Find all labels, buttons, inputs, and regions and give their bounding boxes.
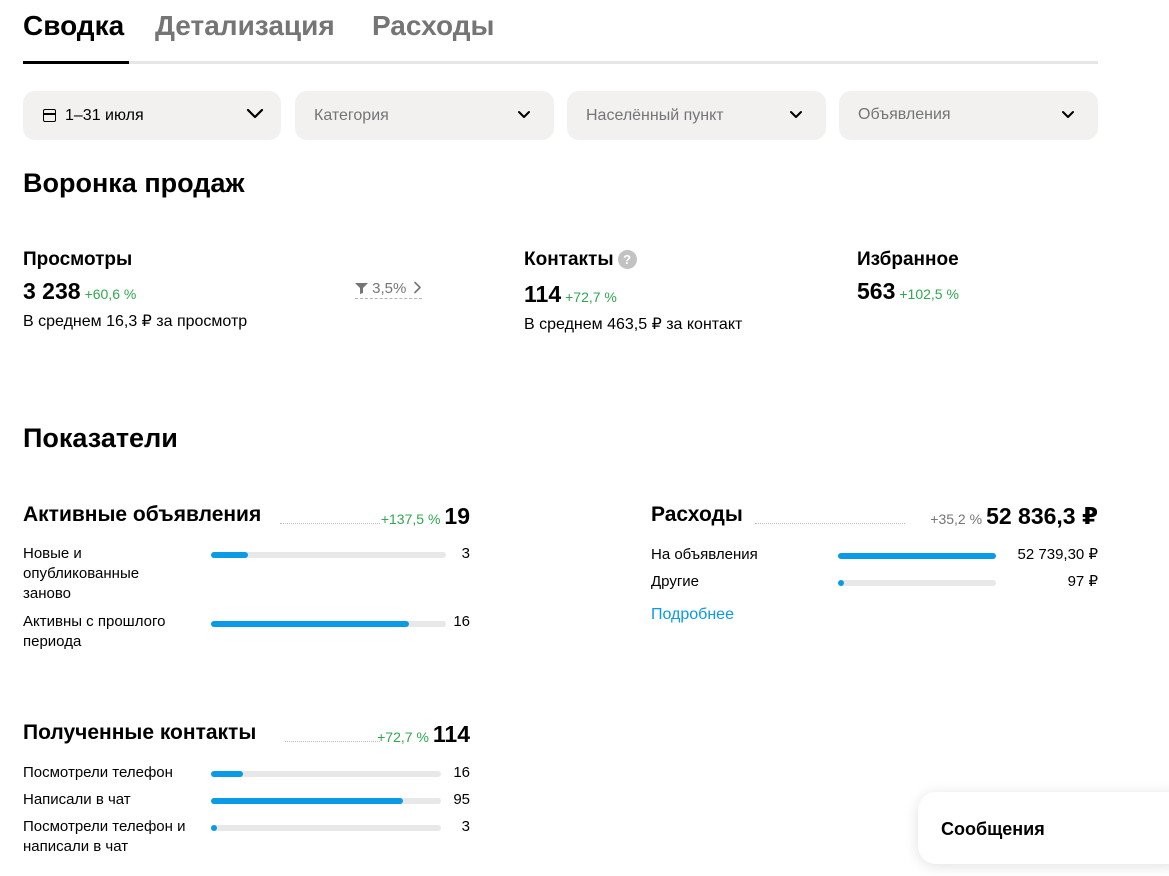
bar-fill — [838, 580, 844, 586]
contacts-received-title: Полученные контакты — [23, 721, 261, 745]
views-average: В среднем 16,3 ₽ за просмотр — [23, 313, 248, 330]
favorites-value: 563 — [857, 278, 896, 304]
active-ads-total: 19 — [444, 503, 470, 529]
contacts-row-label: Написали в чат — [23, 791, 131, 808]
views-title: Просмотры — [23, 249, 133, 270]
category-filter-label: Категория — [314, 107, 389, 124]
contacts-received-delta: +72,7 % — [377, 729, 429, 745]
funnel-heading: Воронка продаж — [23, 168, 245, 198]
conversion-link[interactable]: 3,5% — [355, 280, 422, 299]
expenses-row-value: 97 ₽ — [1067, 573, 1098, 590]
expenses-title: Расходы — [651, 503, 747, 527]
favorites-delta: +102,5 % — [899, 286, 959, 302]
tab-summary[interactable]: Сводка — [23, 10, 124, 42]
bar-fill — [211, 771, 244, 777]
help-icon[interactable]: ? — [617, 250, 637, 269]
views-delta: +60,6 % — [84, 286, 137, 302]
active-ads-row-label: Активны с прошлого периода — [23, 613, 166, 650]
contacts-bar — [211, 825, 441, 831]
expenses-row-label: Другие — [651, 573, 700, 590]
expenses-bar — [838, 553, 996, 559]
active-ads-bar — [211, 552, 446, 558]
chevron-right-icon — [413, 281, 421, 294]
bar-fill — [211, 798, 403, 804]
contacts-row-value: 3 — [461, 818, 470, 835]
expenses-total: 52 836,3 ₽ — [986, 503, 1098, 529]
expenses-row-label: На объявления — [651, 546, 758, 563]
active-ads-delta: +137,5 % — [380, 511, 441, 527]
messages-label: Сообщения — [941, 819, 1045, 839]
contacts-received-total: 114 — [432, 721, 470, 747]
active-ads-row-label: Новые и опубликованные заново — [23, 545, 140, 602]
active-tab-indicator — [23, 61, 129, 64]
ads-filter-label: Объявления — [858, 106, 951, 123]
expenses-row-value: 52 739,30 ₽ — [1017, 546, 1098, 563]
funnel-icon — [355, 283, 368, 294]
contacts-delta: +72,7 % — [565, 289, 617, 305]
expenses-delta: +35,2 % — [930, 511, 983, 527]
calendar-icon — [43, 109, 56, 122]
contacts-value: 114 — [524, 281, 562, 307]
category-filter[interactable]: Категория — [295, 91, 554, 140]
active-ads-row-value: 3 — [461, 545, 470, 562]
views-value: 3 238 — [23, 278, 81, 304]
tab-details[interactable]: Детализация — [155, 10, 335, 42]
city-filter-label: Населённый пункт — [586, 107, 724, 124]
contacts-row-value: 16 — [453, 764, 470, 781]
active-ads-bar — [211, 621, 446, 627]
indicators-heading: Показатели — [23, 423, 178, 453]
dotted-leader — [755, 523, 905, 524]
contacts-received-summary: +72,7 % 114 — [377, 721, 470, 748]
contacts-bar — [211, 798, 441, 804]
expenses-bar — [838, 580, 996, 586]
expenses-more-link[interactable]: Подробнее — [651, 606, 734, 624]
bar-fill — [211, 552, 249, 558]
dotted-leader — [280, 523, 380, 524]
period-filter[interactable]: 1–31 июля — [23, 91, 281, 140]
bar-fill — [211, 621, 409, 627]
chevron-down-icon — [246, 108, 264, 120]
tabs-bar: Сводка Детализация Расходы — [23, 0, 1098, 64]
city-filter[interactable]: Населённый пункт — [567, 91, 826, 140]
tab-expenses[interactable]: Расходы — [372, 10, 494, 42]
views-value-row: 3 238 +60,6 % — [23, 278, 136, 305]
favorites-value-row: 563 +102,5 % — [857, 278, 959, 305]
active-ads-row-value: 16 — [453, 613, 470, 630]
dotted-leader — [285, 741, 380, 742]
chevron-down-icon — [517, 110, 531, 120]
contacts-title: Контакты — [524, 249, 614, 270]
favorites-title: Избранное — [857, 249, 959, 270]
contacts-title-row: Контакты? — [524, 249, 637, 271]
chevron-down-icon — [1061, 110, 1075, 120]
contacts-value-row: 114 +72,7 % — [524, 281, 617, 308]
contacts-row-value: 95 — [453, 791, 470, 808]
bar-fill — [838, 553, 996, 559]
contacts-bar — [211, 771, 441, 777]
expenses-summary: +35,2 % 52 836,3 ₽ — [930, 503, 1098, 530]
contacts-average: В среднем 463,5 ₽ за контакт — [524, 316, 743, 333]
period-filter-label: 1–31 июля — [65, 107, 144, 124]
contacts-row-label: Посмотрели телефон — [23, 764, 173, 781]
messages-widget[interactable]: Сообщения — [918, 792, 1169, 864]
active-ads-summary: +137,5 % 19 — [381, 503, 470, 530]
ads-filter[interactable]: Объявления — [839, 91, 1098, 140]
contacts-row-label: Посмотрели телефон и написали в чат — [23, 818, 186, 855]
bar-fill — [211, 825, 217, 831]
conversion-value: 3,5% — [372, 280, 407, 297]
chevron-down-icon — [789, 110, 803, 120]
active-ads-title: Активные объявления — [23, 503, 266, 527]
